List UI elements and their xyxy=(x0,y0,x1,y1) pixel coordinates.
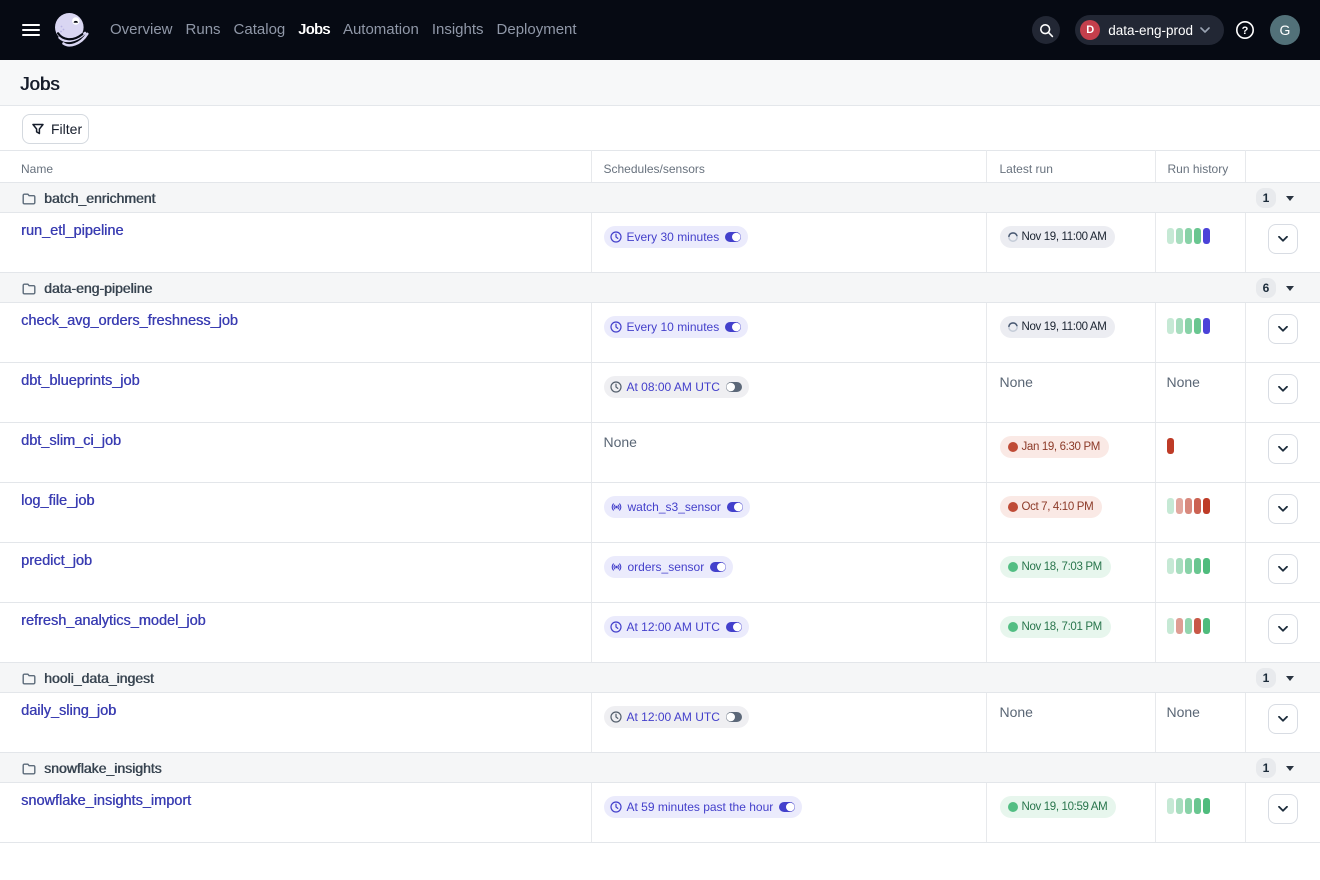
svg-text:?: ? xyxy=(1242,25,1249,37)
